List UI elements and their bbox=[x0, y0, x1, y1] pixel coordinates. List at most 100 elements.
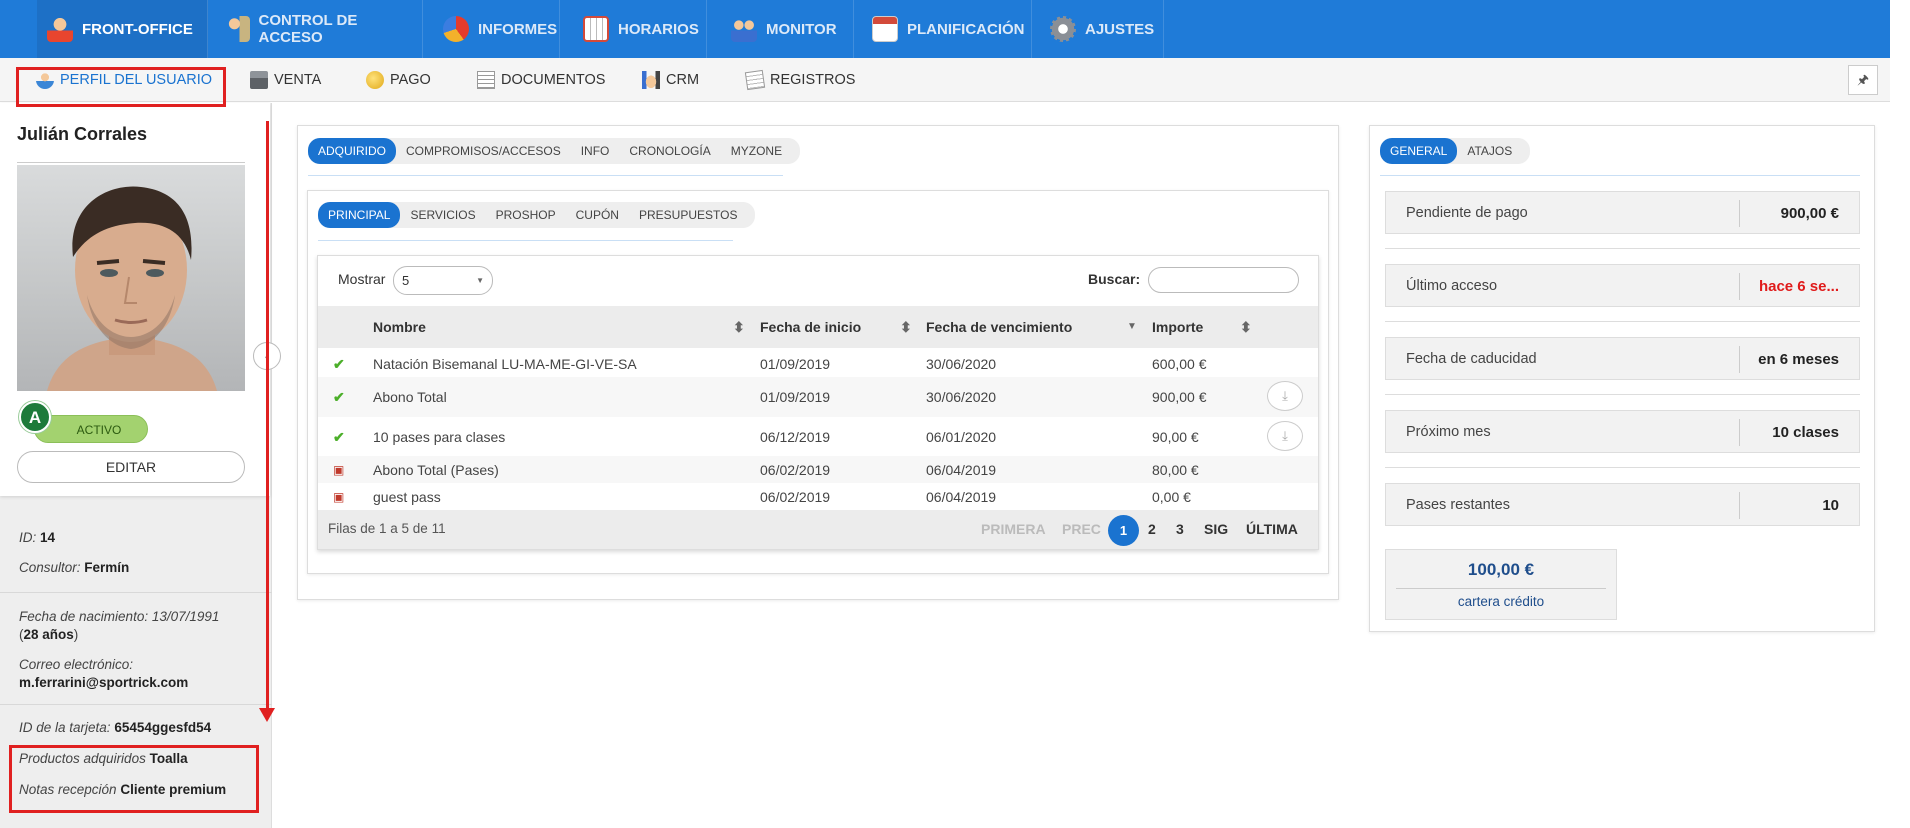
tab-underline bbox=[318, 240, 733, 241]
topnav-informes[interactable]: INFORMES bbox=[423, 0, 560, 58]
start-date: 01/09/2019 bbox=[760, 356, 831, 372]
tab-presupuestos[interactable]: PRESUPUESTOS bbox=[629, 202, 747, 228]
search-input[interactable] bbox=[1148, 267, 1299, 293]
show-entries-value: 5 bbox=[402, 273, 410, 288]
topnav-front-office[interactable]: FRONT-OFFICE bbox=[37, 0, 208, 58]
show-entries-label: Mostrar bbox=[338, 271, 386, 287]
card-id-field: ID de la tarjeta: 65454ggesfd54 bbox=[19, 720, 212, 735]
annotation-arrow bbox=[266, 121, 269, 713]
wallet-amount: 100,00 € bbox=[1467, 560, 1535, 579]
calendar-grid-icon bbox=[583, 16, 609, 42]
user-id-field: ID: 14 bbox=[19, 530, 56, 545]
divider bbox=[1385, 394, 1860, 395]
column-header-fecha-inicio[interactable]: Fecha de inicio bbox=[760, 306, 861, 348]
sort-icon: ⬍ bbox=[900, 319, 912, 335]
subnav-documentos[interactable]: DOCUMENTOS bbox=[477, 58, 605, 102]
handshake-icon bbox=[642, 71, 660, 89]
annotation-highlight-profile bbox=[16, 67, 226, 107]
tab-compromisos-accesos[interactable]: COMPROMISOS/ACCESOS bbox=[396, 138, 571, 164]
subnav-label: VENTA bbox=[274, 72, 322, 88]
pager-next[interactable]: SIG bbox=[1204, 521, 1228, 537]
subnav-crm[interactable]: CRM bbox=[642, 58, 699, 102]
tab-adquirido[interactable]: ADQUIRIDO bbox=[308, 138, 397, 164]
tab-cronologia[interactable]: CRONOLOGÍA bbox=[619, 138, 720, 164]
group-users-icon bbox=[731, 16, 757, 42]
product-name: Abono Total bbox=[373, 389, 447, 405]
product-name: Abono Total (Pases) bbox=[373, 462, 499, 478]
divider bbox=[1396, 588, 1606, 589]
gear-icon bbox=[1050, 16, 1076, 42]
subnav-label: PAGO bbox=[390, 72, 431, 88]
amount: 0,00 € bbox=[1152, 489, 1191, 505]
end-date: 30/06/2020 bbox=[926, 356, 997, 372]
active-status-icon: ✔ bbox=[333, 429, 345, 445]
subnav-pago[interactable]: PAGO bbox=[366, 58, 431, 102]
subnav-venta[interactable]: VENTA bbox=[250, 58, 321, 102]
topnav-horarios[interactable]: HORARIOS bbox=[560, 0, 707, 58]
pager-last[interactable]: ÚLTIMA bbox=[1246, 521, 1298, 537]
tab-underline bbox=[1380, 175, 1860, 176]
table-row[interactable]: ✔ Natación Bisemanal LU-MA-ME-GI-VE-SA 0… bbox=[318, 348, 1318, 380]
calendar-icon bbox=[872, 16, 898, 42]
show-entries-select[interactable]: 5 ▼ bbox=[393, 266, 493, 295]
amount: 80,00 € bbox=[1152, 462, 1199, 478]
divider bbox=[1385, 248, 1860, 249]
topnav-ajustes[interactable]: AJUSTES bbox=[1032, 0, 1164, 58]
tab-servicios[interactable]: SERVICIOS bbox=[400, 202, 485, 228]
topnav-control-de-acceso[interactable]: CONTROL DE ACCESO bbox=[208, 0, 423, 58]
annotation-arrow-head bbox=[259, 708, 275, 722]
scheduled-calendar-icon: ▣ bbox=[333, 490, 345, 504]
tab-info[interactable]: INFO bbox=[571, 138, 620, 164]
table-row[interactable]: ▣ guest pass 06/02/2019 06/04/2019 0,00 … bbox=[318, 483, 1318, 510]
subnav-label: CRM bbox=[666, 72, 700, 88]
column-header-nombre[interactable]: Nombre bbox=[373, 306, 426, 348]
pager-page-1[interactable]: 1 bbox=[1108, 515, 1139, 546]
avatar-portrait bbox=[47, 186, 217, 391]
edit-button[interactable]: EDITAR bbox=[17, 451, 245, 483]
download-icon[interactable]: ⤓ bbox=[1267, 381, 1303, 411]
pin-button[interactable]: 🖈 bbox=[1848, 65, 1878, 95]
table-row[interactable]: ✔ Abono Total 01/09/2019 30/06/2020 900,… bbox=[318, 377, 1318, 417]
start-date: 01/09/2019 bbox=[760, 389, 831, 405]
user-name: Julián Corrales bbox=[17, 124, 148, 144]
chevron-down-icon: ▼ bbox=[476, 276, 484, 285]
summary-tabs: GENERAL ATAJOS bbox=[1380, 138, 1531, 164]
end-date: 06/04/2019 bbox=[926, 462, 997, 478]
start-date: 06/02/2019 bbox=[760, 462, 831, 478]
subnav-registros[interactable]: REGISTROS bbox=[744, 58, 855, 102]
tab-cupon[interactable]: CUPÓN bbox=[566, 202, 629, 228]
user-person-icon bbox=[47, 16, 73, 42]
tab-principal[interactable]: PRINCIPAL bbox=[318, 202, 401, 228]
tab-proshop[interactable]: PROSHOP bbox=[486, 202, 566, 228]
pager-prev[interactable]: PREC bbox=[1062, 521, 1101, 537]
pager-first[interactable]: PRIMERA bbox=[981, 521, 1046, 537]
tab-atajos[interactable]: ATAJOS bbox=[1457, 138, 1522, 164]
subnav-label: DOCUMENTOS bbox=[501, 72, 606, 88]
divider bbox=[1385, 321, 1860, 322]
column-header-importe[interactable]: Importe bbox=[1152, 306, 1203, 348]
topnav-monitor[interactable]: MONITOR bbox=[707, 0, 854, 58]
end-date: 06/04/2019 bbox=[926, 489, 997, 505]
birth-date-field: Fecha de nacimiento: 13/07/1991 (28 años) bbox=[19, 609, 220, 642]
membership-letter-badge: A bbox=[19, 401, 51, 433]
search-label: Buscar: bbox=[1088, 271, 1141, 287]
table-row[interactable]: ✔ 10 pases para clases 06/12/2019 06/01/… bbox=[318, 417, 1318, 457]
annotation-highlight-notes bbox=[9, 745, 259, 813]
column-header-fecha-vencimiento[interactable]: Fecha de vencimiento bbox=[926, 306, 1072, 348]
download-icon[interactable]: ⤓ bbox=[1267, 421, 1303, 451]
topnav-label: FRONT-OFFICE bbox=[82, 20, 193, 38]
pager-page-3[interactable]: 3 bbox=[1176, 521, 1184, 537]
rows-summary: Filas de 1 a 5 de 11 bbox=[328, 521, 446, 536]
tab-myzone[interactable]: MYZONE bbox=[721, 138, 792, 164]
pager-page-2[interactable]: 2 bbox=[1148, 521, 1156, 537]
scheduled-calendar-icon: ▣ bbox=[333, 463, 345, 477]
table-row[interactable]: ▣ Abono Total (Pases) 06/02/2019 06/04/2… bbox=[318, 456, 1318, 483]
stat-expiry-date: Fecha de caducidad en 6 meses bbox=[1385, 337, 1860, 380]
access-control-icon bbox=[224, 16, 250, 42]
topnav-planificacion[interactable]: PLANIFICACIÓN bbox=[854, 0, 1032, 58]
tab-general[interactable]: GENERAL bbox=[1380, 138, 1458, 164]
sort-icon: ⬍ bbox=[1240, 319, 1252, 335]
notepad-icon bbox=[744, 69, 766, 91]
amount: 900,00 € bbox=[1152, 389, 1207, 405]
divider bbox=[1385, 467, 1860, 468]
